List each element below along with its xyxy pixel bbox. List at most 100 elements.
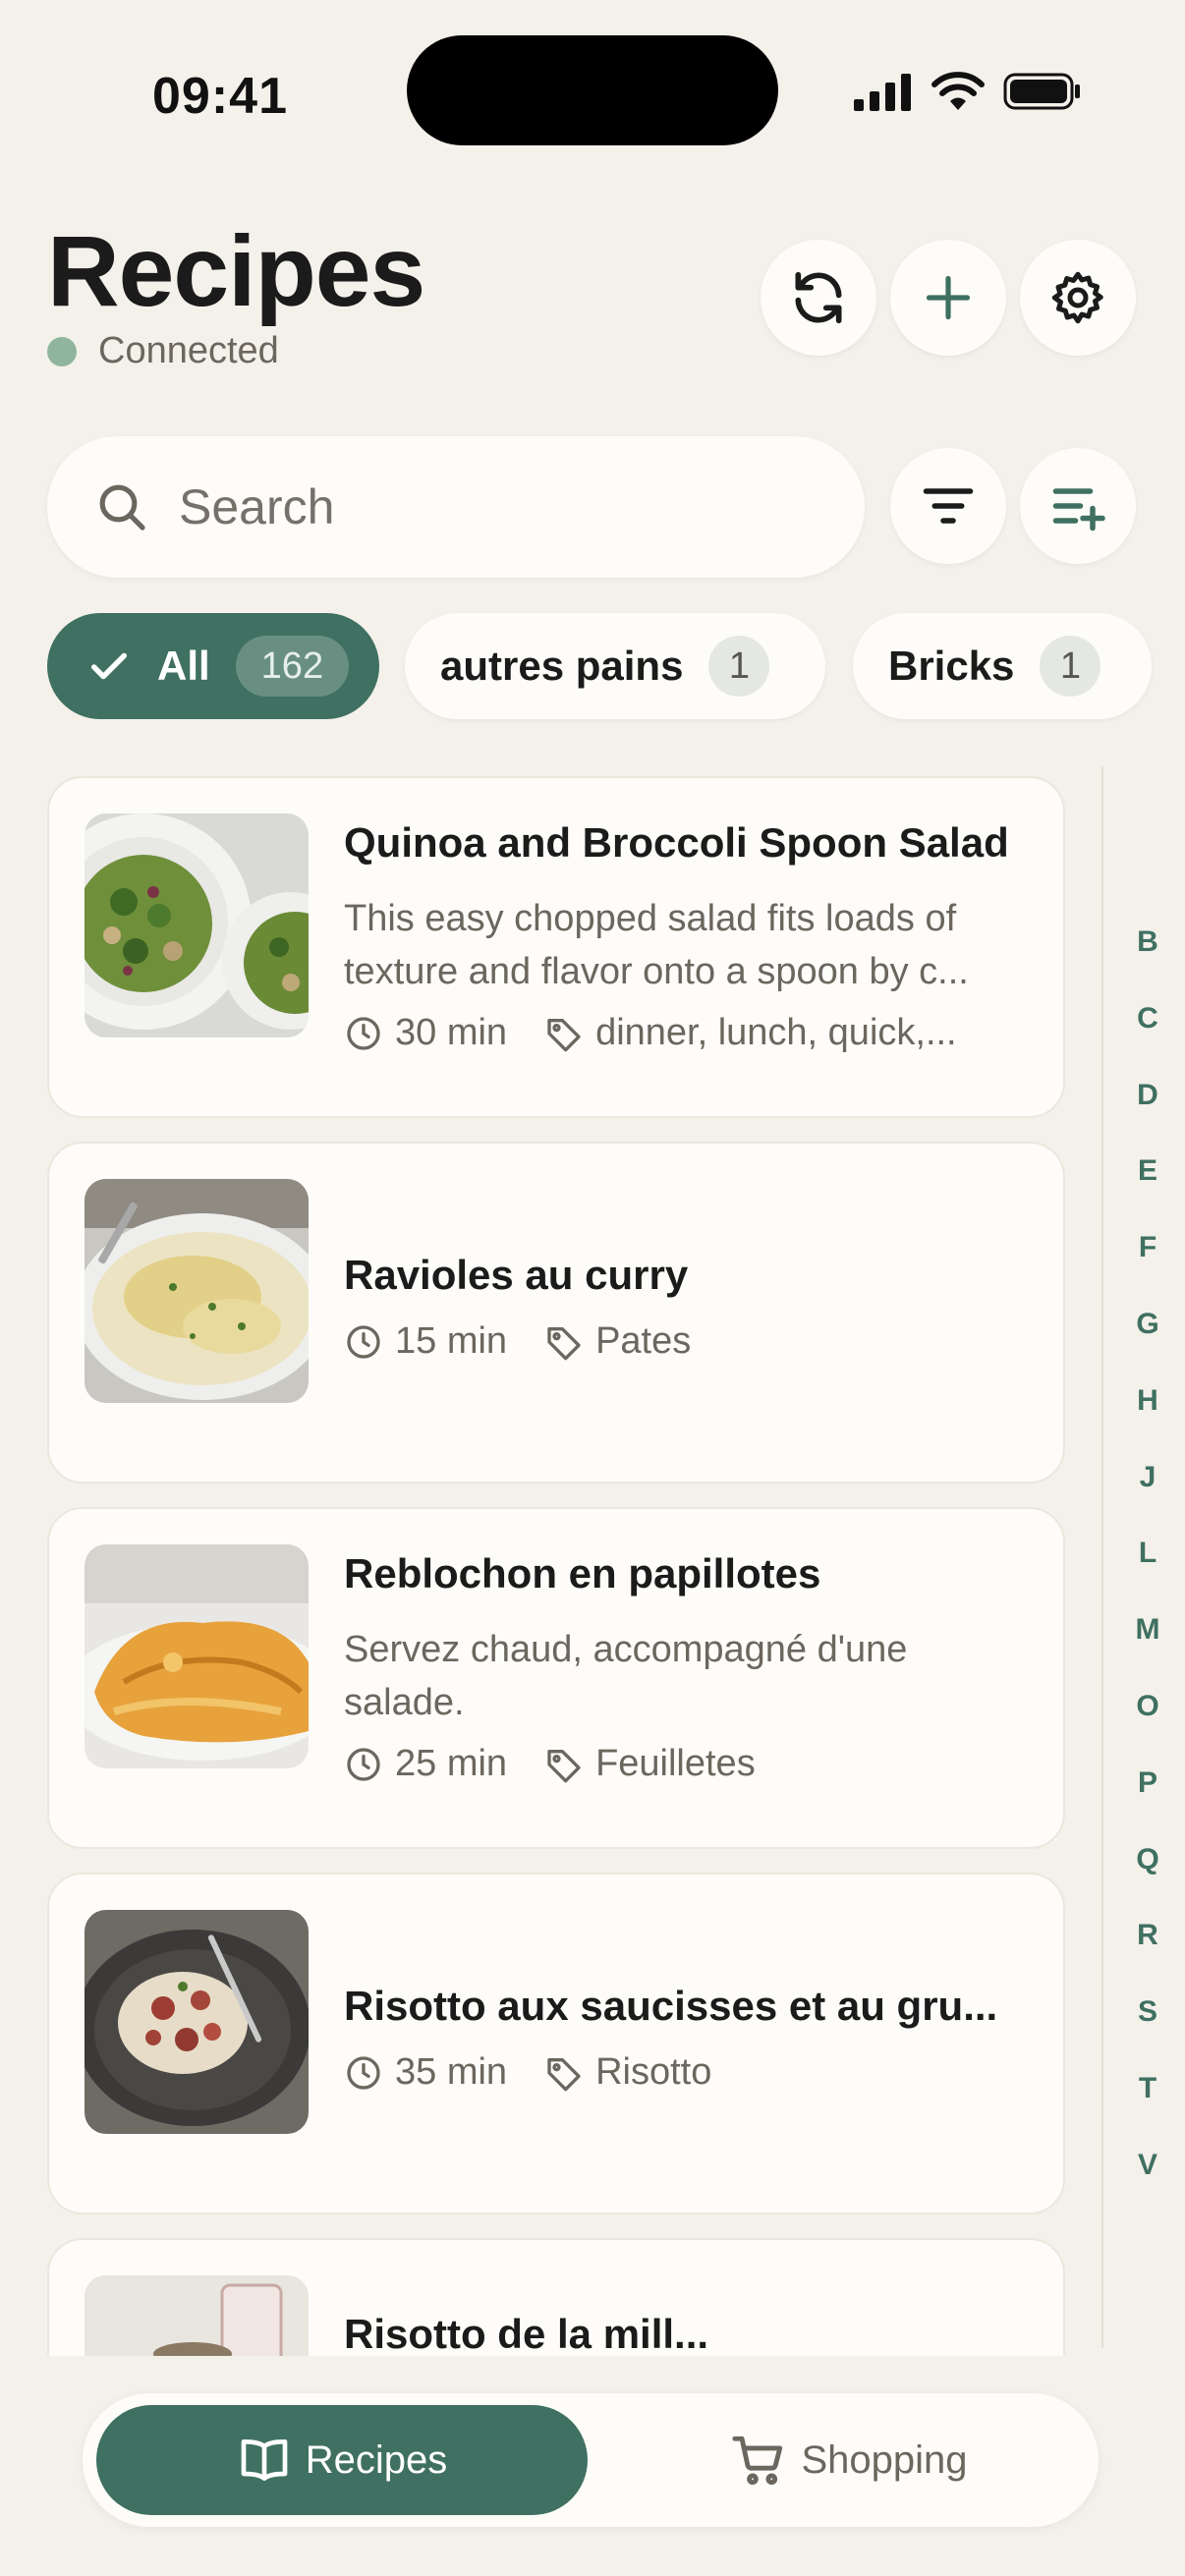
- alphabet-index-letter[interactable]: T: [1130, 2072, 1165, 2105]
- recipe-time: 30 min: [395, 1012, 508, 1053]
- chip-count: 1: [1040, 636, 1101, 697]
- recipe-thumbnail: [85, 1910, 309, 2134]
- recipe-meta: 35 min Risotto: [344, 2051, 711, 2094]
- recipe-thumbnail: [85, 2275, 309, 2356]
- search-bar[interactable]: [47, 436, 865, 578]
- recipe-card[interactable]: Risotto aux saucisses et au gru... 35 mi…: [47, 1873, 1065, 2214]
- add-recipe-button[interactable]: [890, 240, 1006, 356]
- recipe-time: 25 min: [395, 1743, 508, 1784]
- wifi-icon: [931, 72, 985, 110]
- search-icon: [99, 484, 145, 531]
- recipe-thumbnail: [85, 1544, 309, 1768]
- status-time: 09:41: [152, 68, 288, 125]
- chip-label: All: [157, 643, 210, 689]
- alphabet-index-letter[interactable]: V: [1130, 2149, 1165, 2182]
- recipe-card[interactable]: Reblochon en papillotes Servez chaud, ac…: [47, 1507, 1065, 1849]
- alphabet-index-letter[interactable]: B: [1130, 925, 1165, 959]
- alphabet-index-letter[interactable]: E: [1130, 1154, 1165, 1188]
- alphabet-index-letter[interactable]: Q: [1130, 1843, 1165, 1876]
- filter-button[interactable]: [890, 448, 1006, 564]
- recipe-thumbnail: [85, 813, 309, 1037]
- recipe-meta: 25 min Feuilletes: [344, 1743, 756, 1785]
- list-add-icon: [1052, 488, 1105, 532]
- connection-status: Connected: [47, 330, 279, 372]
- connection-label: Connected: [98, 330, 279, 371]
- alphabet-index-letter[interactable]: G: [1130, 1308, 1165, 1341]
- tab-bar: Recipes Shopping: [83, 2393, 1099, 2527]
- recipe-tags: Pates: [595, 1320, 692, 1362]
- time-info: 30 min: [344, 1012, 507, 1054]
- refresh-button[interactable]: [761, 240, 876, 356]
- chip-count: 162: [235, 636, 350, 697]
- page-title: Recipes: [47, 215, 425, 327]
- alphabet-index-track: [1101, 766, 1103, 2348]
- alphabet-index-letter[interactable]: O: [1130, 1690, 1165, 1723]
- recipe-card[interactable]: Quinoa and Broccoli Spoon Salad This eas…: [47, 776, 1065, 1118]
- alphabet-index-letter[interactable]: H: [1130, 1384, 1165, 1418]
- clock-icon: [347, 2055, 380, 2090]
- recipe-title: Risotto de la mill...: [344, 2311, 709, 2356]
- refresh-icon: [795, 271, 842, 324]
- tag-icon: [547, 1018, 581, 1051]
- chip-label: autres pains: [440, 643, 684, 689]
- clock-icon: [347, 1747, 380, 1781]
- recipe-tags: Risotto: [595, 2051, 712, 2093]
- book-icon: [241, 2439, 288, 2481]
- time-info: 35 min: [344, 2051, 507, 2094]
- settings-button[interactable]: [1020, 240, 1136, 356]
- recipe-thumbnail: [85, 1179, 309, 1403]
- alphabet-index-letter[interactable]: D: [1130, 1079, 1165, 1112]
- clock-icon: [347, 1324, 380, 1359]
- alphabet-index-letter[interactable]: C: [1130, 1002, 1165, 1036]
- recipe-title: Reblochon en papillotes: [344, 1550, 821, 1596]
- tab-shopping[interactable]: Shopping: [613, 2405, 1085, 2515]
- gear-icon: [1051, 271, 1103, 324]
- recipe-meta: 15 min Pates: [344, 1320, 691, 1363]
- tab-label: Shopping: [801, 2437, 968, 2482]
- check-icon: [90, 652, 128, 680]
- alphabet-index-letter[interactable]: S: [1130, 1995, 1165, 2029]
- tags-info: Pates: [544, 1320, 691, 1363]
- status-dot: [47, 336, 77, 366]
- recipe-description: Servez chaud, accompagné d'une salade.: [344, 1629, 908, 1723]
- recipe-title: Ravioles au curry: [344, 1252, 689, 1298]
- battery-icon: [1003, 73, 1080, 110]
- recipe-tags: Feuilletes: [595, 1743, 756, 1784]
- app-screen: 09:41 Recipes Connected Search All 162 a…: [0, 0, 1185, 2576]
- alphabet-index-letter[interactable]: J: [1130, 1461, 1165, 1494]
- recipe-title: Quinoa and Broccoli Spoon Salad: [344, 819, 1009, 866]
- tag-icon: [547, 1326, 581, 1360]
- recipe-meta: 30 min dinner, lunch, quick,...: [344, 1012, 957, 1054]
- alphabet-index-letter[interactable]: F: [1130, 1231, 1165, 1264]
- tab-recipes[interactable]: Recipes: [96, 2405, 588, 2515]
- chip-all[interactable]: All 162: [47, 613, 379, 719]
- recipe-list[interactable]: Quinoa and Broccoli Spoon Salad This eas…: [0, 756, 1100, 2356]
- recipe-time: 15 min: [395, 1320, 508, 1362]
- sort-button[interactable]: [1020, 448, 1136, 564]
- alphabet-index-letter[interactable]: P: [1130, 1766, 1165, 1800]
- recipe-title: Risotto aux saucisses et au gru...: [344, 1983, 998, 2029]
- chip-label: Bricks: [888, 643, 1015, 689]
- alphabet-index-letter[interactable]: R: [1130, 1919, 1165, 1952]
- chip-autres-pains[interactable]: autres pains 1: [405, 613, 825, 719]
- time-info: 15 min: [344, 1320, 507, 1363]
- signal-icon: [854, 74, 911, 111]
- status-icons: [852, 71, 1082, 112]
- search-input[interactable]: [177, 477, 810, 536]
- recipe-card[interactable]: Ravioles au curry 15 min Pates: [47, 1142, 1065, 1484]
- recipe-time: 35 min: [395, 2051, 508, 2093]
- time-info: 25 min: [344, 1743, 507, 1785]
- tag-icon: [547, 1749, 581, 1782]
- tags-info: Risotto: [544, 2051, 711, 2094]
- recipe-description: This easy chopped salad fits loads of te…: [344, 898, 969, 992]
- cart-icon: [732, 2436, 783, 2486]
- chip-count: 1: [708, 636, 770, 697]
- alphabet-index-letter[interactable]: L: [1130, 1537, 1165, 1570]
- alphabet-index-letter[interactable]: M: [1130, 1613, 1165, 1647]
- tags-info: dinner, lunch, quick,...: [544, 1012, 957, 1054]
- tab-label: Recipes: [305, 2437, 448, 2482]
- tag-icon: [547, 2057, 581, 2091]
- filter-icon: [923, 488, 974, 524]
- chip-bricks[interactable]: Bricks 1: [853, 613, 1152, 719]
- recipe-card[interactable]: Risotto de la mill...: [47, 2238, 1065, 2356]
